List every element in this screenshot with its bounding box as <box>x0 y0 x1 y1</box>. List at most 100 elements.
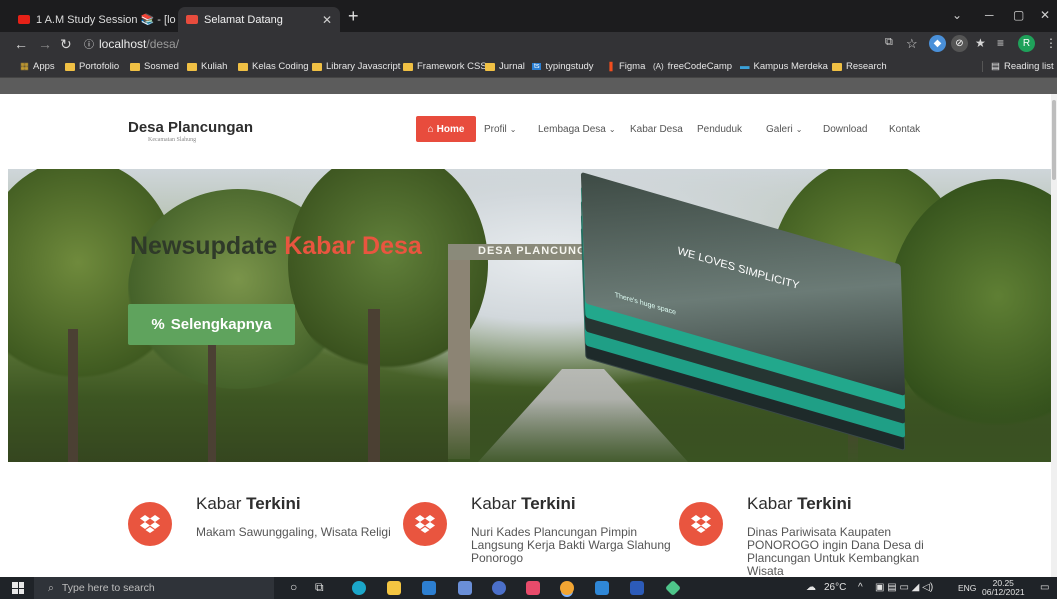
bookmarks-bar: ▦ Apps Portofolio Sosmed Kuliah Kelas Cod… <box>0 57 1057 78</box>
bookmark-star-icon[interactable]: ☆ <box>906 36 918 52</box>
link-icon: % <box>151 316 165 333</box>
taskbar-search[interactable]: ⌕ Type here to search <box>34 577 274 599</box>
bookmark-apps[interactable]: ▦ Apps <box>20 61 55 72</box>
website-viewport: Desa Plancungan Kecamatan Slahung ⌂ Home … <box>0 94 1057 577</box>
hero-title: Newsupdate Kabar Desa <box>130 232 422 261</box>
close-tab-icon[interactable]: ✕ <box>322 13 332 27</box>
bookmark-figma[interactable]: ❚ Figma <box>607 61 645 72</box>
nav-galeri[interactable]: Galeri ⌄ <box>766 116 802 142</box>
app-icon[interactable] <box>526 581 540 595</box>
media-queue-icon[interactable]: ≡ <box>997 36 1004 50</box>
url-host: localhost <box>99 37 147 51</box>
tray-icons[interactable]: ▣ ▤ ▭ ◢ ◁) <box>875 582 933 593</box>
nav-home[interactable]: ⌂ Home <box>416 116 476 142</box>
profile-avatar[interactable]: R <box>1018 35 1035 52</box>
bookmark-library-javascript[interactable]: Library Javascript <box>312 61 400 72</box>
reading-list-icon: ▤ <box>991 61 1000 72</box>
scrollbar-thumb[interactable] <box>1052 100 1056 180</box>
typingstudy-icon: ts <box>532 63 542 70</box>
nav-penduduk[interactable]: Penduduk <box>697 116 742 142</box>
task-view-icon[interactable]: ⧉ <box>315 580 324 595</box>
bookmark-kuliah[interactable]: Kuliah <box>187 61 227 72</box>
figma-icon: ❚ <box>607 61 615 72</box>
search-icon: ⌕ <box>48 581 54 594</box>
close-window-button[interactable]: ✕ <box>1040 8 1050 22</box>
kampus-merdeka-icon: ▬ <box>740 61 750 72</box>
bookmark-freecodecamp[interactable]: (A) freeCodeCamp <box>653 61 732 72</box>
selengkapnya-button[interactable]: % Selengkapnya <box>128 304 295 345</box>
bookmark-research[interactable]: Research <box>832 61 887 72</box>
app-icon[interactable] <box>492 581 506 595</box>
info-icon: ⓘ <box>84 40 94 51</box>
minimize-button[interactable]: ─ <box>985 8 994 22</box>
maximize-button[interactable]: ▢ <box>1013 8 1024 22</box>
url-field[interactable]: ⓘ localhost/desa/ <box>84 36 179 51</box>
folder-icon <box>832 62 842 71</box>
bookmark-framework-css[interactable]: Framework CSS <box>403 61 487 72</box>
tab-label: Selamat Datang <box>204 13 283 26</box>
mockup-text: WE LOVES SIMPLICITY <box>677 244 800 293</box>
extensions-puzzle-icon[interactable]: ★ <box>975 36 986 50</box>
extension-icon[interactable]: ◆ <box>929 35 946 52</box>
browser-tab-bar: 1 A.M Study Session 📚 - [lo ◀)) ✕ Selama… <box>0 0 1057 32</box>
clock-date: 06/12/2021 <box>982 587 1025 597</box>
file-explorer-icon[interactable] <box>387 581 401 595</box>
back-arrow-icon[interactable]: ← <box>14 36 28 52</box>
taskbar-search-placeholder: Type here to search <box>61 582 155 594</box>
nav-kontak[interactable]: Kontak <box>889 116 920 142</box>
chrome-icon[interactable] <box>560 581 574 595</box>
new-tab-button[interactable]: + <box>348 6 359 27</box>
tab-selamat-datang[interactable]: Selamat Datang ✕ <box>178 7 340 32</box>
weather-temp[interactable]: 26°C <box>824 582 846 593</box>
windows-taskbar: ⌕ Type here to search ○ ⧉ ☁ 26°C ^ ▣ ▤ ▭… <box>0 577 1057 599</box>
forward-arrow-icon[interactable]: → <box>38 36 52 52</box>
taskbar-clock[interactable]: 20.25 06/12/2021 <box>982 579 1025 597</box>
share-icon[interactable]: ⧉ <box>885 36 893 49</box>
tree-trunk <box>68 329 78 462</box>
extension-off-icon[interactable]: ⊘ <box>951 35 968 52</box>
cortana-icon[interactable]: ○ <box>290 580 297 594</box>
folder-icon <box>403 62 413 71</box>
freecodecamp-icon: (A) <box>653 62 664 71</box>
apps-grid-icon: ▦ <box>20 61 29 72</box>
dropbox-icon <box>679 502 723 546</box>
windows-start-icon[interactable] <box>12 582 24 594</box>
reading-list-button[interactable]: ▤ Reading list <box>982 61 1054 72</box>
notification-icon[interactable]: ▭ <box>1040 582 1049 593</box>
edge-icon[interactable] <box>352 581 366 595</box>
dropbox-icon <box>403 502 447 546</box>
language-indicator[interactable]: ENG <box>958 583 976 593</box>
grass <box>448 399 1057 462</box>
tray-chevron-icon[interactable]: ^ <box>858 582 863 593</box>
home-icon: ⌂ <box>427 123 434 135</box>
menu-kebab-icon[interactable]: ⋮ <box>1045 36 1057 50</box>
store-icon[interactable] <box>422 581 436 595</box>
folder-icon <box>130 62 140 71</box>
tab-youtube[interactable]: 1 A.M Study Session 📚 - [lo ◀)) ✕ <box>10 7 178 32</box>
photos-icon[interactable] <box>458 581 472 595</box>
folder-icon <box>238 62 248 71</box>
mockup-caption: There's huge space <box>614 291 677 317</box>
folder-icon <box>485 62 495 71</box>
bookmark-typingstudy[interactable]: ts typingstudy <box>532 61 594 72</box>
brand-subtitle: Kecamatan Slahung <box>148 137 197 143</box>
bookmark-kelas-coding[interactable]: Kelas Coding <box>238 61 309 72</box>
word-icon[interactable] <box>630 581 644 595</box>
reload-icon[interactable]: ↻ <box>60 36 72 53</box>
weather-icon[interactable]: ☁ <box>806 582 816 593</box>
tree-trunk <box>368 309 380 462</box>
nav-profil[interactable]: Profil ⌄ <box>484 116 517 142</box>
app-icon[interactable] <box>665 580 681 596</box>
bookmark-portofolio[interactable]: Portofolio <box>65 61 119 72</box>
site-brand[interactable]: Desa Plancungan Kecamatan Slahung <box>128 119 253 143</box>
hero-banner: DESA PLANCUNGAN WE LOVES SIMPLICITY Ther… <box>8 169 1057 462</box>
nav-download[interactable]: Download <box>823 116 867 142</box>
vscode-icon[interactable] <box>595 581 609 595</box>
tab-search-icon[interactable]: ⌄ <box>952 8 962 22</box>
bookmark-sosmed[interactable]: Sosmed <box>130 61 179 72</box>
nav-kabar-desa[interactable]: Kabar Desa <box>630 116 683 142</box>
nav-lembaga-desa[interactable]: Lembaga Desa ⌄ <box>538 116 616 142</box>
bookmark-jurnal[interactable]: Jurnal <box>485 61 525 72</box>
bookmark-kampus-merdeka[interactable]: ▬ Kampus Merdeka <box>740 61 828 72</box>
hero-title-prefix: Newsupdate <box>130 232 278 260</box>
